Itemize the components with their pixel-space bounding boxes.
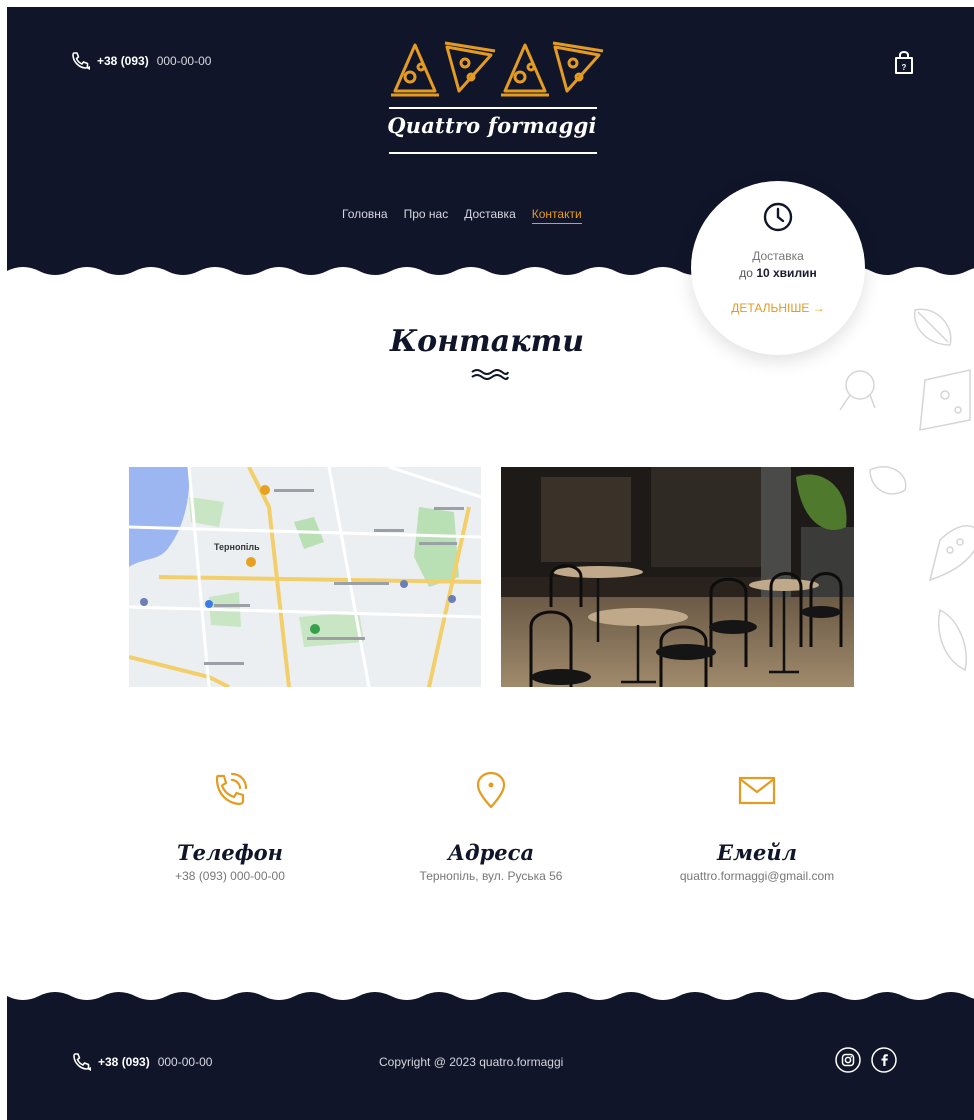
contact-email-value[interactable]: quattro.formaggi@gmail.com (637, 869, 877, 883)
title-squiggle-decoration (471, 369, 509, 380)
footer-phone-number: 000-00-00 (157, 1055, 213, 1069)
arrow-right-icon: → (812, 301, 825, 315)
social-links (835, 1047, 897, 1073)
header-phone-code: +38 (093) (97, 54, 149, 68)
svg-text:?: ? (902, 63, 907, 72)
delivery-time-value: 10 хвилин (756, 266, 817, 280)
nav-item-delivery[interactable]: Доставка (464, 207, 516, 224)
facebook-icon[interactable] (871, 1047, 897, 1073)
site-footer: +38 (093) 000-00-00 Copyright @ 2023 qua… (7, 992, 974, 1120)
page: +38 (093) 000-00-00 Quattro formaggi ? Г… (0, 0, 974, 1120)
phone-icon (72, 52, 90, 70)
delivery-time: до 10 хвилин (691, 266, 865, 280)
delivery-more-label: ДЕТАЛЬНІШЕ (731, 301, 810, 315)
contact-email: Емейл quattro.formaggi@gmail.com (637, 770, 877, 883)
header-phone-number: 000-00-00 (156, 54, 212, 68)
delivery-time-prefix: до (739, 266, 753, 280)
copyright-text: Copyright @ 2023 quatro.formaggi (379, 1055, 564, 1069)
delivery-more-link[interactable]: ДЕТАЛЬНІШЕ → (691, 301, 865, 315)
logo-top-rule (389, 107, 597, 109)
shopping-bag-icon[interactable]: ? (893, 50, 915, 75)
location-map[interactable]: Тернопіль (129, 467, 481, 687)
contact-email-title: Емейл (717, 840, 797, 865)
location-pin-icon[interactable] (471, 770, 511, 810)
footer-wave-divider (7, 992, 974, 1004)
contact-address-value: Тернопіль, вул. Руська 56 (419, 869, 563, 883)
logo[interactable]: Quattro formaggi (377, 35, 607, 157)
contact-phone-title: Телефон (177, 840, 283, 865)
nav-item-contacts[interactable]: Контакти (531, 207, 582, 224)
delivery-label: Доставка (752, 249, 804, 263)
mail-icon[interactable] (737, 770, 777, 810)
clock-icon (763, 202, 793, 232)
instagram-icon[interactable] (835, 1047, 861, 1073)
cafe-terrace-photo (501, 467, 854, 687)
contact-address: Адреса Тернопіль, вул. Руська 56 (371, 770, 611, 883)
main-nav: Головна Про нас Доставка Контакти (342, 207, 582, 224)
footer-phone-code: +38 (093) (98, 1055, 150, 1069)
phone-call-icon[interactable] (210, 770, 250, 810)
footer-phone[interactable]: +38 (093) 000-00-00 (71, 1052, 212, 1072)
delivery-badge: Доставка до 10 хвилин ДЕТАЛЬНІШЕ → (691, 181, 865, 355)
nav-item-home[interactable]: Головна (342, 207, 388, 224)
contact-phone-value[interactable]: +38 (093) 000-00-00 (110, 869, 350, 883)
phone-icon (73, 1053, 91, 1071)
pizza-slices-logo-icon (391, 41, 604, 97)
contact-phone: Телефон +38 (093) 000-00-00 (110, 770, 350, 883)
logo-text: Quattro formaggi (387, 113, 597, 138)
contact-address-title: Адреса (447, 840, 535, 865)
logo-bottom-rule (389, 152, 597, 154)
map-city-label: Тернопіль (214, 542, 260, 552)
nav-item-about[interactable]: Про нас (404, 207, 449, 224)
header-phone[interactable]: +38 (093) 000-00-00 (70, 51, 211, 71)
